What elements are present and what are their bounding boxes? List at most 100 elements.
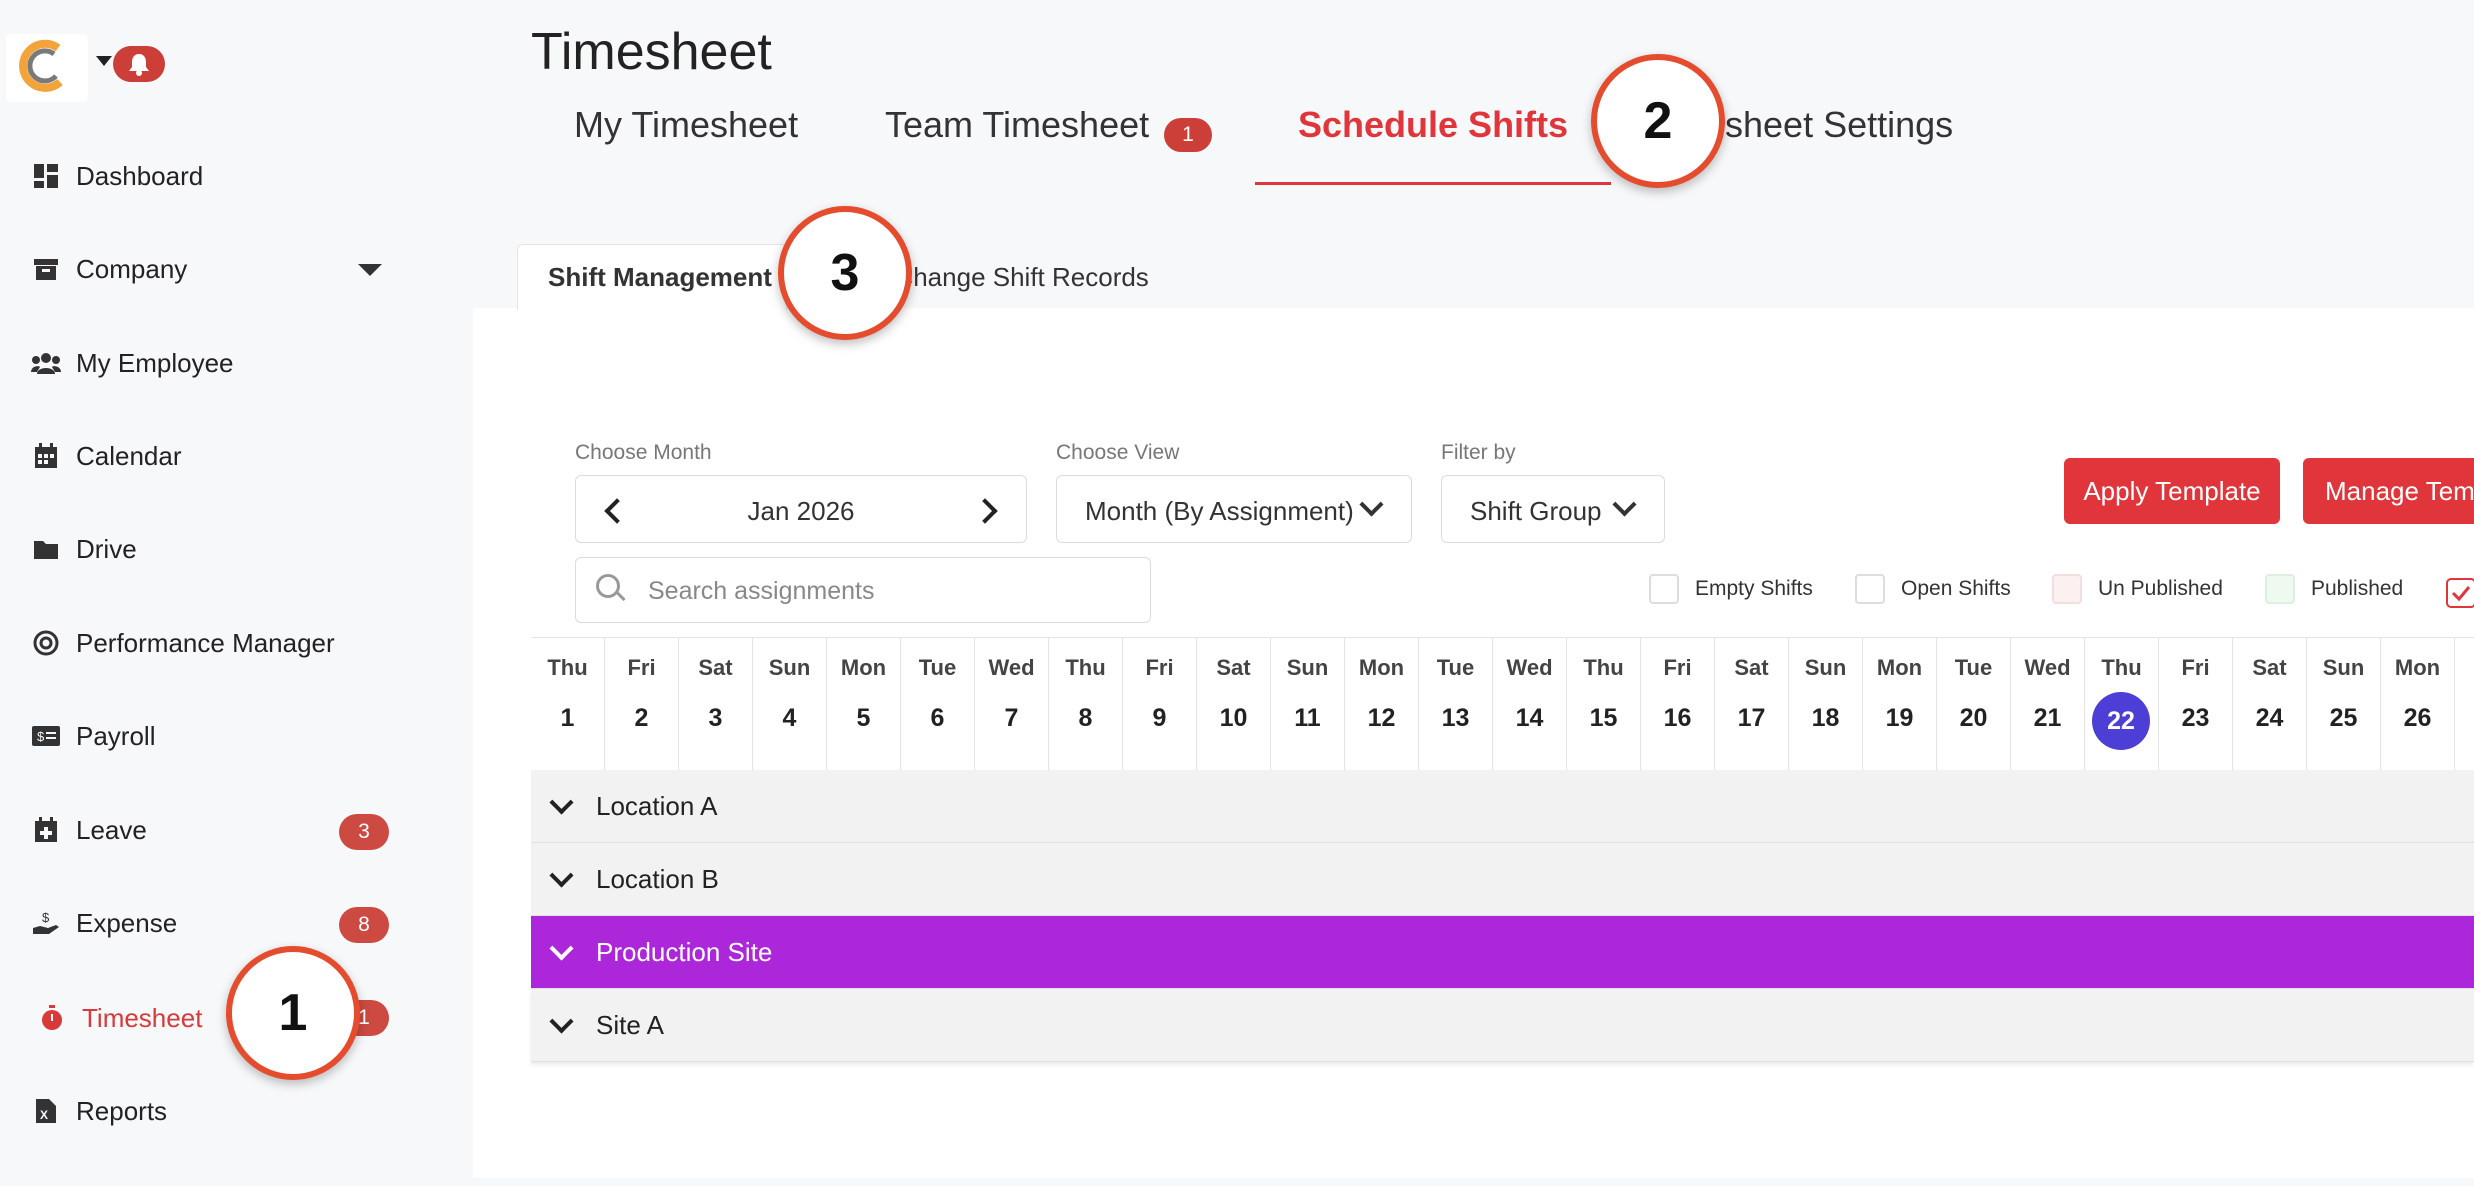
calendar-day-column[interactable]: Wed 14 [1493, 638, 1567, 770]
day-number: 7 [1004, 704, 1019, 732]
tab-schedule-shifts[interactable]: Schedule Shifts [1298, 104, 1568, 146]
callout-step-2: 2 [1591, 54, 1725, 188]
calendar-day-column[interactable]: Fri 2 [605, 638, 679, 770]
group-row-site-a[interactable]: Site A [531, 989, 2474, 1062]
calendar-day-column[interactable]: Mon 12 [1345, 638, 1419, 770]
legend-published[interactable]: Published [2265, 574, 2403, 604]
sidebar-item-label: Dashboard [76, 160, 204, 191]
tab-timesheet-settings[interactable]: sheet Settings [1725, 104, 1953, 146]
sidebar-item-calendar[interactable]: Calendar [30, 426, 450, 486]
calendar-day-column[interactable]: Sat 17 [1715, 638, 1789, 770]
calendar-day-column[interactable]: Thu 1 [531, 638, 605, 770]
view-select[interactable]: Month (By Assignment) [1056, 475, 1412, 543]
filter-select[interactable]: Shift Group [1441, 475, 1665, 543]
day-of-week: Tue [918, 655, 957, 680]
calendar-day-column[interactable]: Fri 23 [2159, 638, 2233, 770]
day-number: 13 [1441, 704, 1470, 732]
legend-empty-shifts[interactable]: Empty Shifts [1649, 574, 1813, 604]
search-assignments-field[interactable]: Search assignments [575, 557, 1151, 623]
legend-label: Published [2311, 577, 2404, 600]
sidebar-item-label: Payroll [76, 720, 156, 751]
tab-my-timesheet[interactable]: My Timesheet [574, 104, 798, 146]
chevron-down-icon [1612, 492, 1637, 517]
calendar-day-column[interactable]: Tue 6 [901, 638, 975, 770]
callout-step-1: 1 [226, 946, 360, 1080]
calendar-day-column[interactable]: Wed 21 [2011, 638, 2085, 770]
calendar-day-column[interactable]: Sat 3 [679, 638, 753, 770]
group-row-production-site[interactable]: Production Site [531, 916, 2474, 989]
calendar-day-column[interactable]: Sun 18 [1789, 638, 1863, 770]
day-number: 24 [2255, 704, 2284, 732]
legend-checkbox[interactable] [1855, 574, 1885, 604]
sidebar-item-payroll[interactable]: $ Payroll [30, 706, 450, 766]
company-expand-caret-icon[interactable] [358, 264, 382, 276]
day-number: 1 [560, 704, 575, 732]
group-row-location-a[interactable]: Location A [531, 770, 2474, 843]
calendar-day-column[interactable]: Thu 15 [1567, 638, 1641, 770]
month-picker: Jan 2026 [575, 475, 1027, 543]
calendar-day-column[interactable]: Sat 24 [2233, 638, 2307, 770]
legend-unpublished[interactable]: Un Published [2052, 574, 2223, 604]
choose-view-label: Choose View [1056, 441, 1180, 464]
day-number: 2 [634, 704, 649, 732]
sidebar-item-reports[interactable]: X Reports [30, 1081, 450, 1141]
day-number: 26 [2403, 704, 2432, 732]
day-of-week: Mon [840, 655, 887, 680]
day-number: 5 [856, 704, 871, 732]
calendar-day-column[interactable]: Thu 8 [1049, 638, 1123, 770]
group-label: Location B [596, 863, 719, 894]
calendar-day-column[interactable]: Sun 11 [1271, 638, 1345, 770]
sidebar-item-my-employee[interactable]: My Employee [30, 333, 450, 393]
filter-select-value: Shift Group [1470, 496, 1602, 526]
manage-template-button[interactable]: Manage Temp [2303, 458, 2474, 524]
legend-checkbox[interactable] [1649, 574, 1679, 604]
legend-label: Open Shifts [1901, 577, 2011, 600]
apply-template-button[interactable]: Apply Template [2064, 458, 2280, 524]
calendar-header: Thu 1 Fri 2 Sat 3 Sun 4 Mon 5 Tue 6 Wed 7 Thu 8 Fri 9 Sat 1… [531, 637, 2474, 771]
tab-team-timesheet[interactable]: Team Timesheet [885, 104, 1149, 146]
archive-icon [30, 253, 62, 285]
search-icon [596, 574, 620, 598]
subtab-change-shift-records[interactable]: t Change Shift Records [880, 244, 1149, 310]
calendar-day-column[interactable]: Mon 26 [2381, 638, 2455, 770]
day-of-week: Mon [1876, 655, 1923, 680]
legend-label: Empty Shifts [1695, 577, 1813, 600]
sidebar-item-company[interactable]: Company [30, 239, 450, 299]
calendar-day-column[interactable]: Fri 16 [1641, 638, 1715, 770]
day-number: 9 [1152, 704, 1167, 732]
legend-open-shifts[interactable]: Open Shifts [1855, 574, 2011, 604]
calendar-day-column[interactable]: Tue 20 [1937, 638, 2011, 770]
day-number: 21 [2033, 704, 2062, 732]
account-dropdown-caret[interactable] [96, 56, 112, 66]
calendar-day-column[interactable]: Sun 25 [2307, 638, 2381, 770]
calendar-day-column[interactable]: Thu 22 [2085, 638, 2159, 770]
calendar-day-column[interactable]: T2 [2455, 638, 2474, 770]
company-logo[interactable] [6, 34, 88, 102]
calendar-day-column[interactable]: Mon 19 [1863, 638, 1937, 770]
sidebar-item-label: Calendar [76, 440, 182, 471]
sidebar-item-dashboard[interactable]: Dashboard [30, 146, 450, 206]
day-of-week: T [2455, 655, 2474, 681]
calendar-day-column[interactable]: Sun 4 [753, 638, 827, 770]
calendar-day-column[interactable]: Fri 9 [1123, 638, 1197, 770]
legend-checked-checkbox[interactable] [2446, 578, 2474, 608]
legend-checkbox[interactable] [2265, 574, 2295, 604]
svg-text:$: $ [42, 910, 50, 925]
calendar-day-column[interactable]: Wed 7 [975, 638, 1049, 770]
calendar-day-column[interactable]: Tue 13 [1419, 638, 1493, 770]
legend-checkbox[interactable] [2052, 574, 2082, 604]
svg-text:$: $ [37, 729, 45, 744]
group-row-location-b[interactable]: Location B [531, 843, 2474, 916]
legend-label: Un Published [2098, 577, 2223, 600]
search-input[interactable]: Search assignments [648, 577, 875, 606]
calendar-day-column[interactable]: Sat 10 [1197, 638, 1271, 770]
sidebar-item-performance-manager[interactable]: Performance Manager [30, 613, 450, 673]
svg-text:X: X [40, 1108, 48, 1122]
calendar-plus-icon [30, 814, 62, 846]
day-number: 2 [2455, 704, 2474, 733]
sidebar-item-label: Reports [76, 1095, 168, 1126]
notification-bell-button[interactable] [113, 46, 165, 82]
subtab-shift-management[interactable]: Shift Management [517, 244, 787, 310]
sidebar-item-drive[interactable]: Drive [30, 519, 450, 579]
calendar-day-column[interactable]: Mon 5 [827, 638, 901, 770]
